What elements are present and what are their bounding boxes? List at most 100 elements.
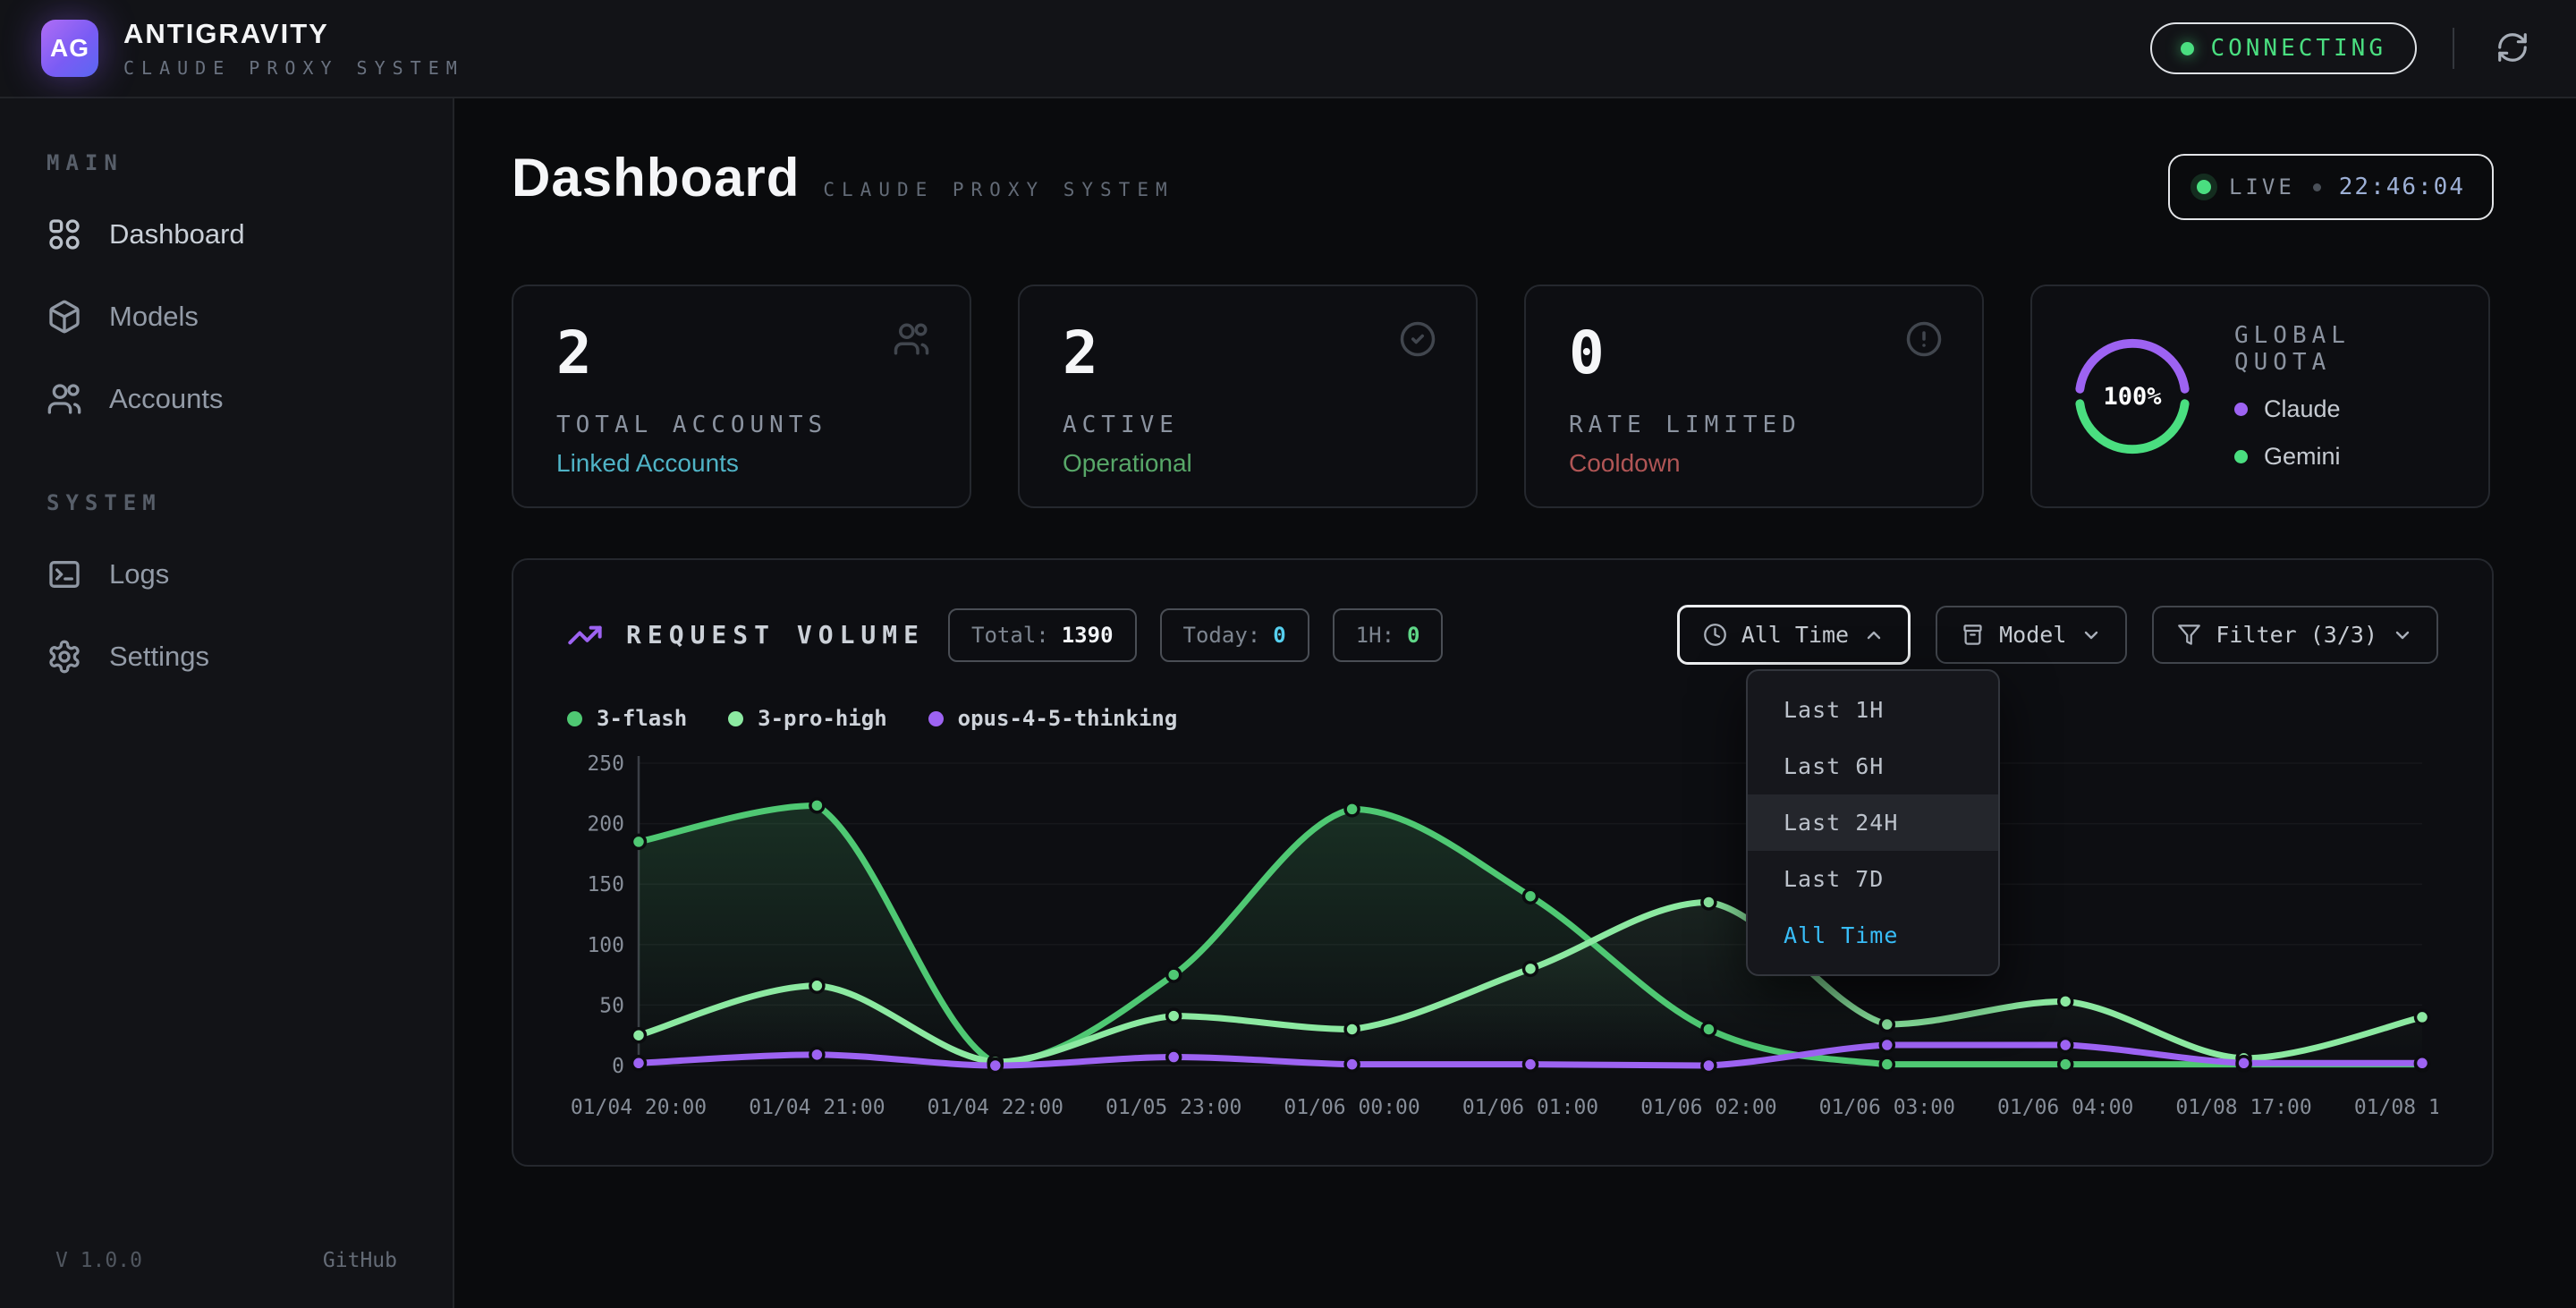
legend-item-3-flash[interactable]: 3-flash xyxy=(567,706,687,731)
claude-dot xyxy=(2234,403,2248,416)
dropdown-item-last-6h[interactable]: Last 6H xyxy=(1748,738,1998,794)
svg-text:50: 50 xyxy=(599,994,624,1017)
svg-text:200: 200 xyxy=(587,813,624,837)
request-volume-chart: 05010015020025001/04 20:0001/04 21:0001/… xyxy=(567,747,2438,1142)
time-range-dropdown: Last 1H Last 6H Last 24H Last 7D All Tim… xyxy=(1746,669,2000,976)
chevron-up-icon xyxy=(1863,624,1885,646)
sidebar-item-logs[interactable]: Logs xyxy=(0,533,453,616)
sidebar-item-accounts[interactable]: Accounts xyxy=(0,358,453,440)
svg-text:01/04 21:00: 01/04 21:00 xyxy=(749,1096,885,1119)
chevron-down-icon xyxy=(2392,624,2413,646)
sidebar-item-models[interactable]: Models xyxy=(0,276,453,358)
version-label: V 1.0.0 xyxy=(55,1249,142,1272)
app-logo: AG xyxy=(41,20,98,77)
sidebar-section-system: SYSTEM xyxy=(0,490,453,515)
main-content: Dashboard CLAUDE PROXY SYSTEM LIVE 22:46… xyxy=(454,98,2576,1308)
connection-status-badge: CONNECTING xyxy=(2150,22,2417,74)
filter-button[interactable]: Filter (3/3) xyxy=(2152,606,2438,664)
clock-icon xyxy=(1703,623,1727,647)
quota-legend-claude: Claude xyxy=(2234,395,2449,423)
terminal-icon xyxy=(47,556,82,592)
archive-box-icon xyxy=(1961,623,1985,647)
series-dot xyxy=(728,711,743,726)
quota-percent: 100% xyxy=(2072,335,2193,457)
svg-text:01/04 22:00: 01/04 22:00 xyxy=(928,1096,1063,1119)
svg-text:01/08 17:00: 01/08 17:00 xyxy=(2175,1096,2311,1119)
live-status-badge: LIVE 22:46:04 xyxy=(2168,154,2494,220)
cube-icon xyxy=(47,299,82,335)
stat-value: 0 xyxy=(1569,324,1939,383)
stat-label: ACTIVE xyxy=(1063,412,1433,438)
grid-icon xyxy=(47,217,82,252)
sidebar-section-main: MAIN xyxy=(0,150,453,175)
live-clock: 22:46:04 xyxy=(2339,174,2465,200)
today-requests-value: 0 xyxy=(1273,623,1285,648)
funnel-icon xyxy=(2177,623,2201,647)
chart-legend: 3-flash 3-pro-high opus-4-5-thinking xyxy=(567,706,2438,731)
svg-text:01/06 02:00: 01/06 02:00 xyxy=(1640,1096,1776,1119)
quota-label: GLOBAL QUOTA xyxy=(2234,322,2449,376)
refresh-button[interactable] xyxy=(2490,25,2535,72)
model-filter-button[interactable]: Model xyxy=(1936,606,2127,664)
dropdown-item-all-time[interactable]: All Time xyxy=(1748,907,1998,964)
trending-up-icon xyxy=(567,617,603,653)
svg-text:01/05 23:00: 01/05 23:00 xyxy=(1106,1096,1241,1119)
page-title: Dashboard xyxy=(512,147,800,208)
total-requests-pill: Total: 1390 xyxy=(948,608,1137,662)
stat-value: 2 xyxy=(1063,324,1433,383)
sidebar-footer: V 1.0.0 GitHub xyxy=(0,1249,453,1272)
github-link[interactable]: GitHub xyxy=(323,1249,397,1272)
sidebar-item-label: Models xyxy=(109,301,199,333)
global-quota-card: 100% GLOBAL QUOTA Claude Gemini xyxy=(2030,285,2490,508)
topbar-divider xyxy=(2453,28,2454,69)
quota-legend-gemini: Gemini xyxy=(2234,443,2449,471)
page-subtitle: CLAUDE PROXY SYSTEM xyxy=(823,179,1174,200)
sidebar-item-label: Dashboard xyxy=(109,218,245,251)
stat-value: 2 xyxy=(556,324,927,383)
refresh-icon xyxy=(2496,30,2529,67)
connection-status-label: CONNECTING xyxy=(2210,35,2386,62)
today-requests-pill: Today: 0 xyxy=(1160,608,1309,662)
stat-card-total-accounts: 2 TOTAL ACCOUNTS Linked Accounts xyxy=(512,285,971,508)
top-bar: AG ANTIGRAVITY CLAUDE PROXY SYSTEM CONNE… xyxy=(0,0,2576,98)
svg-text:01/06 01:00: 01/06 01:00 xyxy=(1462,1096,1598,1119)
total-requests-value: 1390 xyxy=(1062,623,1114,648)
chevron-down-icon xyxy=(2080,624,2102,646)
stat-cards-row: 2 TOTAL ACCOUNTS Linked Accounts 2 ACTIV… xyxy=(512,285,2494,508)
stat-label: TOTAL ACCOUNTS xyxy=(556,412,927,438)
stat-sublabel: Operational xyxy=(1063,449,1433,478)
svg-text:01/06 00:00: 01/06 00:00 xyxy=(1284,1096,1419,1119)
dropdown-item-last-7d[interactable]: Last 7D xyxy=(1748,851,1998,907)
logo-text: AG xyxy=(50,34,89,63)
sidebar-item-label: Logs xyxy=(109,558,169,590)
svg-text:100: 100 xyxy=(587,934,624,957)
brand: ANTIGRAVITY CLAUDE PROXY SYSTEM xyxy=(123,18,464,79)
stat-card-active: 2 ACTIVE Operational xyxy=(1018,285,1478,508)
stat-sublabel: Linked Accounts xyxy=(556,449,927,478)
svg-text:01/04 20:00: 01/04 20:00 xyxy=(571,1096,707,1119)
svg-text:01/06 03:00: 01/06 03:00 xyxy=(1819,1096,1955,1119)
stat-label: RATE LIMITED xyxy=(1569,412,1939,438)
sidebar-item-label: Settings xyxy=(109,641,209,673)
users-icon xyxy=(893,320,930,358)
svg-text:0: 0 xyxy=(612,1055,624,1078)
sidebar-item-label: Accounts xyxy=(109,383,224,415)
series-dot xyxy=(567,711,582,726)
svg-text:01/06 04:00: 01/06 04:00 xyxy=(1997,1096,2133,1119)
series-dot xyxy=(928,711,944,726)
stat-card-rate-limited: 0 RATE LIMITED Cooldown xyxy=(1524,285,1984,508)
legend-item-3-pro-high[interactable]: 3-pro-high xyxy=(728,706,887,731)
sidebar-item-settings[interactable]: Settings xyxy=(0,616,453,698)
live-status-label: LIVE xyxy=(2229,174,2295,200)
users-icon xyxy=(47,381,82,417)
app-subtitle: CLAUDE PROXY SYSTEM xyxy=(123,57,464,79)
dropdown-item-last-1h[interactable]: Last 1H xyxy=(1748,682,1998,738)
svg-text:150: 150 xyxy=(587,873,624,896)
time-range-button[interactable]: All Time xyxy=(1677,605,1911,665)
quota-ring: 100% xyxy=(2072,335,2193,457)
gear-icon xyxy=(47,639,82,675)
dropdown-item-last-24h[interactable]: Last 24H xyxy=(1748,794,1998,851)
legend-item-opus-4-5-thinking[interactable]: opus-4-5-thinking xyxy=(928,706,1178,731)
sidebar-item-dashboard[interactable]: Dashboard xyxy=(0,193,453,276)
sidebar: MAIN Dashboard Models xyxy=(0,98,454,1308)
